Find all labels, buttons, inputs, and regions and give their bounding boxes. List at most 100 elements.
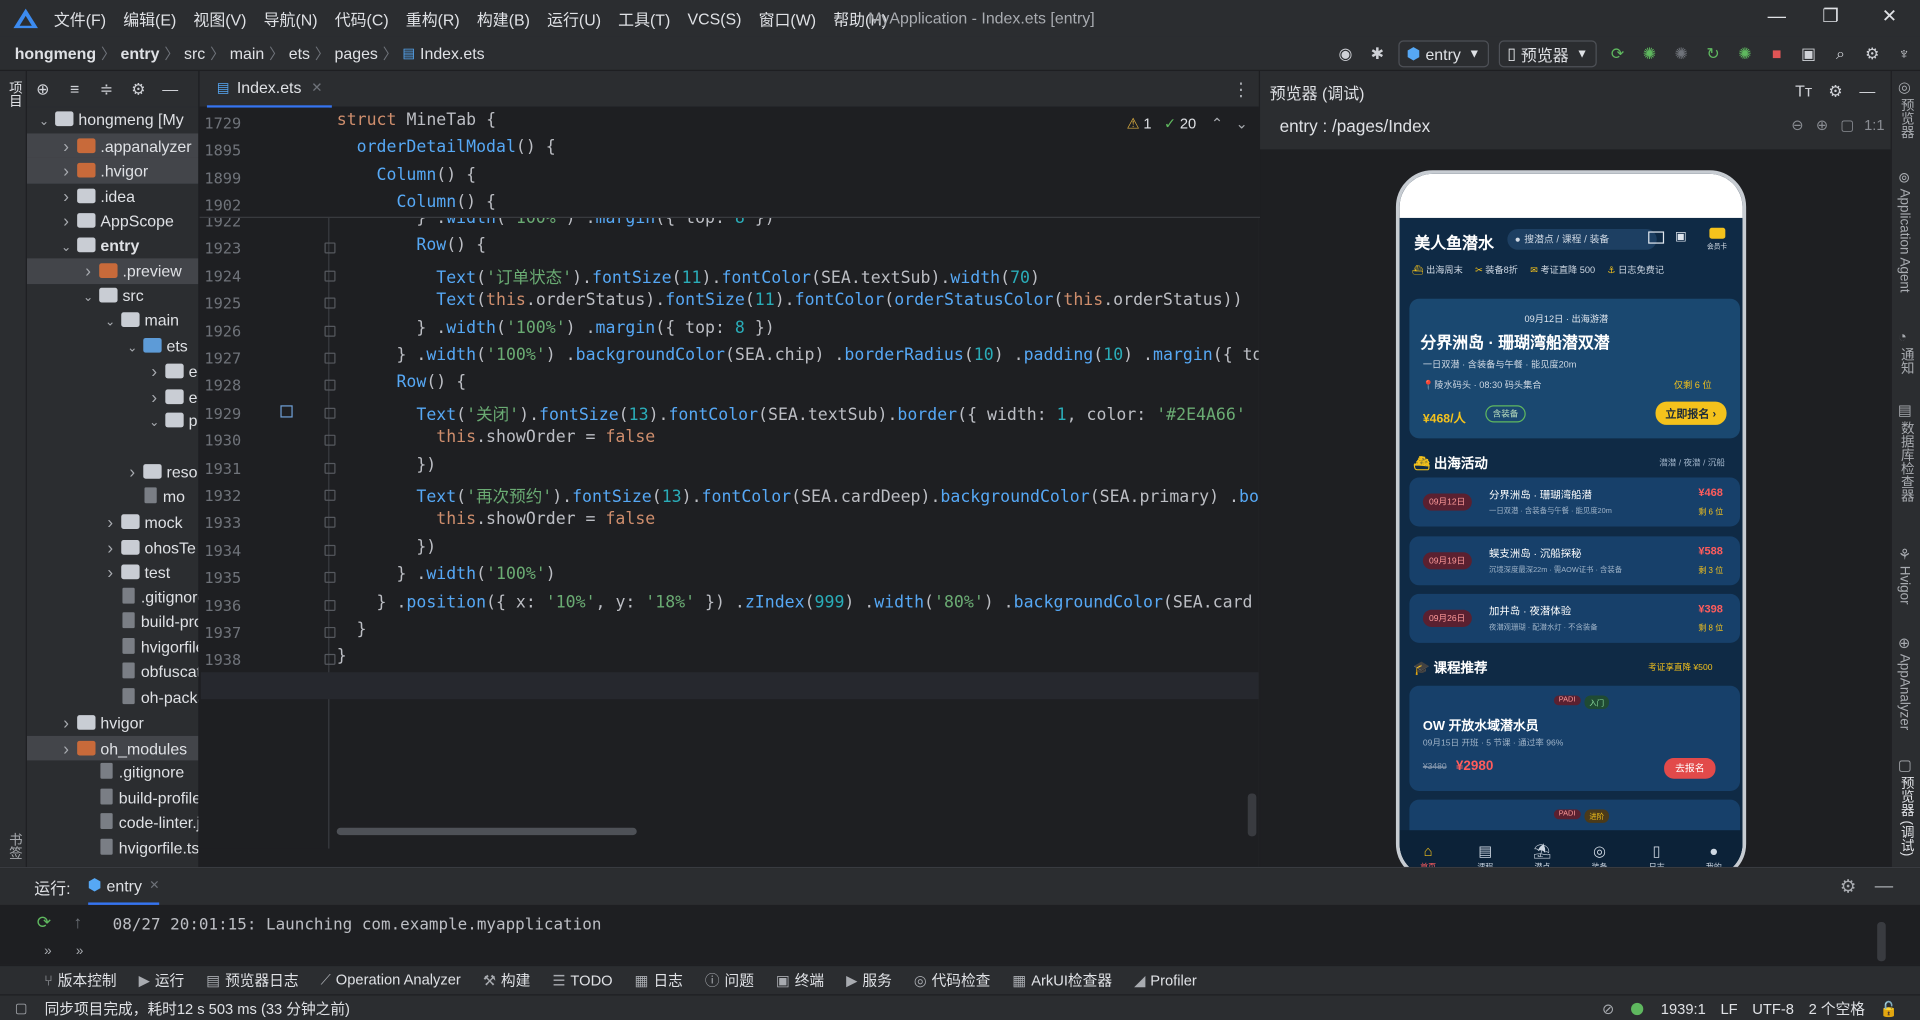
menu-item-8[interactable]: 工具(T) bbox=[618, 7, 670, 30]
actual-size-button[interactable]: 1:1 bbox=[1864, 116, 1884, 133]
tree-settings-icon[interactable]: ⚙ bbox=[125, 75, 152, 102]
promo-chip[interactable]: ⚓ 日志免费记 bbox=[1607, 263, 1664, 276]
breakpoint-marker[interactable] bbox=[280, 405, 293, 418]
locate-icon[interactable]: ⊕ bbox=[29, 75, 56, 102]
right-tool-button[interactable]: Hvigor bbox=[1897, 566, 1912, 605]
hero-signup-button[interactable]: 立即报名 › bbox=[1655, 401, 1726, 425]
indent-setting[interactable]: 2 个空格 bbox=[1809, 998, 1865, 1019]
tab-index-ets[interactable]: ▤ Index.ets ✕ bbox=[206, 71, 333, 108]
hide-panel-icon[interactable]: — bbox=[157, 75, 184, 102]
more-icon[interactable]: » bbox=[44, 944, 52, 959]
inspection-widget[interactable]: ⚠ 1 ✓ 20 ⌃ ⌄ bbox=[1127, 115, 1248, 132]
chevron-down-icon[interactable]: ⌄ bbox=[59, 236, 74, 260]
close-tab-icon[interactable]: ✕ bbox=[311, 71, 322, 105]
tree-item[interactable]: .gitignore bbox=[27, 585, 198, 610]
menu-item-0[interactable]: 文件(F) bbox=[54, 7, 106, 30]
trip-card[interactable]: 09月19日 蜈支洲岛 · 沉船探秘 沉境深度最深22m · 需AOW证书 · 含装… bbox=[1409, 535, 1741, 585]
fold-marker-icon[interactable] bbox=[324, 434, 336, 446]
tree-item[interactable]: code-linter.js bbox=[27, 811, 198, 836]
tree-item[interactable]: build-prof bbox=[27, 610, 198, 635]
code-line[interactable]: }) bbox=[337, 537, 436, 557]
code-line[interactable]: Text('关闭').fontSize(13).fontColor(SEA.te… bbox=[337, 400, 1245, 425]
bottom-tool-11[interactable]: ▦ ArkUI检查器 bbox=[1012, 970, 1112, 991]
lock-icon[interactable]: 🔓 bbox=[1880, 1000, 1898, 1017]
code-line[interactable]: } .width('100%') .margin({ top: 8 }) bbox=[337, 318, 774, 338]
search-icon[interactable]: ⌕ bbox=[1827, 40, 1854, 67]
message-icon[interactable]: ▣ bbox=[1675, 230, 1687, 243]
project-tool-button[interactable]: 项目 bbox=[5, 81, 25, 108]
bottom-tool-6[interactable]: ▦ 日志 bbox=[635, 970, 683, 991]
code-line[interactable]: this.showOrder = false bbox=[337, 510, 655, 530]
fold-marker-icon[interactable] bbox=[324, 517, 336, 529]
collapse-all-icon[interactable]: ≑ bbox=[93, 75, 120, 102]
code-line[interactable]: Row() { bbox=[337, 236, 486, 256]
panel-toggle-icon[interactable]: ▢ bbox=[15, 1000, 28, 1016]
device-manager-icon[interactable]: ▣ bbox=[1795, 40, 1822, 67]
right-tool-button[interactable]: 预览器 (调试) bbox=[1897, 776, 1917, 856]
hero-card[interactable]: 09月12日 · 出海游潜 分界洲岛 · 珊瑚湾船潜双潜 一日双潜 · 含装备与… bbox=[1409, 298, 1741, 439]
tree-item[interactable]: ⌄ p bbox=[27, 409, 198, 434]
scroll-up-icon[interactable]: ↑ bbox=[73, 912, 82, 932]
menu-item-1[interactable]: 编辑(E) bbox=[123, 7, 176, 30]
bottom-tool-12[interactable]: ◢ Profiler bbox=[1134, 972, 1197, 989]
tree-item[interactable]: › .idea bbox=[27, 183, 198, 208]
bottom-tool-3[interactable]: ⟋ Operation Analyzer bbox=[321, 971, 461, 989]
hide-run-icon[interactable]: — bbox=[1875, 876, 1893, 897]
fit-screen-icon[interactable]: ▢ bbox=[1840, 116, 1854, 133]
rerun-icon[interactable]: ⟳ bbox=[1604, 40, 1631, 67]
tree-item[interactable]: › .hvigor bbox=[26, 157, 199, 184]
run-tab-entry[interactable]: ⬢ entry ✕ bbox=[87, 868, 160, 905]
breadcrumb-item[interactable]: ets bbox=[289, 44, 310, 62]
chevron-right-icon[interactable]: › bbox=[103, 509, 118, 533]
tree-item[interactable]: › .appanalyzer bbox=[26, 132, 199, 158]
code-line[interactable]: } .position({ x: '10%', y: '18%' }) .zIn… bbox=[337, 592, 1253, 612]
plugin-icon[interactable]: ♆ bbox=[1891, 40, 1918, 67]
right-tool-icon[interactable]: ⊚ bbox=[1898, 169, 1910, 186]
chevron-right-icon[interactable]: › bbox=[59, 710, 74, 734]
code-line[interactable]: Text(this.orderStatus).fontSize(11).font… bbox=[337, 290, 1242, 310]
menu-item-10[interactable]: 窗口(W) bbox=[759, 7, 816, 30]
apply-changes-icon[interactable]: ↻ bbox=[1700, 40, 1727, 67]
right-tool-icon[interactable]: ▤ bbox=[1898, 402, 1912, 419]
code-line[interactable]: }) bbox=[337, 455, 436, 475]
breadcrumb-item[interactable]: src bbox=[184, 44, 205, 62]
breadcrumb-item[interactable]: pages bbox=[335, 44, 378, 62]
tree-item[interactable]: ⌄ main bbox=[27, 309, 198, 334]
code-line[interactable]: } bbox=[337, 647, 347, 667]
bug-tools-icon[interactable]: ✱ bbox=[1364, 40, 1391, 67]
bottom-tool-4[interactable]: ⚒ 构建 bbox=[483, 970, 530, 991]
tree-item[interactable]: hvigorfile. bbox=[27, 635, 198, 660]
stop-icon[interactable]: ■ bbox=[1763, 40, 1790, 67]
bottom-tool-9[interactable]: ▶ 服务 bbox=[846, 970, 892, 991]
prev-highlight-icon[interactable]: ⌃ bbox=[1211, 115, 1223, 132]
fold-marker-icon[interactable] bbox=[324, 654, 336, 666]
hide-previewer-icon[interactable]: — bbox=[1854, 78, 1881, 105]
tree-item[interactable]: oh-packag bbox=[27, 685, 198, 710]
font-size-icon[interactable]: Tт bbox=[1790, 78, 1817, 105]
bottom-tool-0[interactable]: ⑂ 版本控制 bbox=[44, 970, 117, 991]
chevron-down-icon[interactable]: ⌄ bbox=[81, 286, 96, 310]
run-config-select[interactable]: ⬢ entry ▼ bbox=[1398, 40, 1489, 68]
menu-item-7[interactable]: 运行(U) bbox=[547, 7, 601, 30]
fold-marker-icon[interactable] bbox=[324, 462, 336, 474]
course-card[interactable]: PADI 入门 OW 开放水域潜水员 09月15日 开班 · 5 节课 · 通过… bbox=[1409, 685, 1741, 792]
tree-item[interactable]: hvigorfile.ts bbox=[27, 836, 198, 861]
fold-marker-icon[interactable] bbox=[324, 407, 336, 419]
menu-item-9[interactable]: VCS(S) bbox=[687, 9, 741, 27]
code-line[interactable]: } .width('100%') bbox=[337, 565, 555, 585]
target-icon[interactable]: ◉ bbox=[1332, 40, 1359, 67]
fold-marker-icon[interactable] bbox=[324, 489, 336, 501]
chevron-down-icon[interactable]: ⌄ bbox=[103, 311, 118, 335]
tree-item[interactable]: ⌄ ets bbox=[27, 334, 198, 359]
no-network-icon[interactable]: ⊘ bbox=[1602, 1000, 1614, 1017]
course-signup-button[interactable]: 去报名 bbox=[1664, 757, 1716, 779]
status-ok-icon[interactable] bbox=[1631, 1002, 1644, 1015]
chevron-right-icon[interactable]: › bbox=[59, 133, 74, 157]
chevron-right-icon[interactable]: › bbox=[81, 258, 96, 282]
tree-item[interactable]: › hvigor bbox=[27, 710, 198, 735]
sticky-code-line[interactable]: struct MineTab { bbox=[337, 110, 496, 130]
zoom-out-icon[interactable]: ⊖ bbox=[1791, 116, 1803, 133]
tree-item[interactable]: › e bbox=[27, 359, 198, 384]
chevron-down-icon[interactable]: ⌄ bbox=[37, 110, 52, 134]
close-tab-icon[interactable]: ✕ bbox=[149, 879, 159, 892]
